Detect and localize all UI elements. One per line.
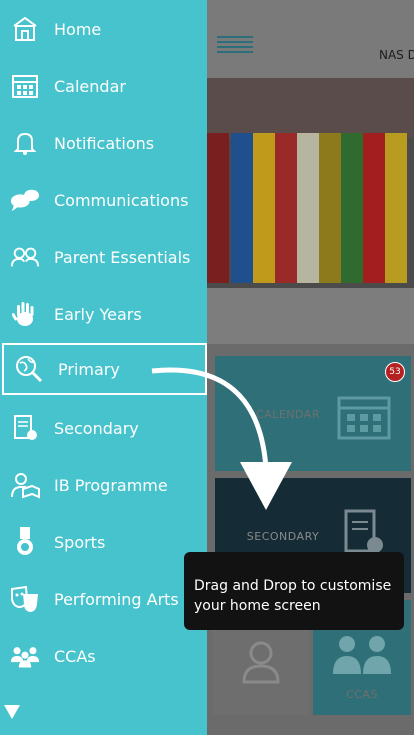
menu-icon[interactable] [217, 36, 253, 58]
about-us-tile-label: ABOUT US [230, 688, 292, 701]
sidebar-item-ib-programme[interactable]: IB Programme [0, 459, 207, 511]
sidebar-item-label: IB Programme [54, 475, 168, 495]
sidebar-menu: Home Calendar Notifications Communicatio… [0, 0, 207, 735]
bell-icon [10, 128, 40, 158]
sidebar-item-secondary[interactable]: Secondary [0, 402, 207, 454]
medal-icon [10, 527, 40, 557]
group-icon [10, 641, 40, 671]
student-reading-icon [10, 470, 40, 500]
sidebar-item-label: Notifications [54, 133, 155, 153]
drag-drop-tooltip: Drag and Drop to customise your home scr… [184, 552, 404, 630]
sidebar-item-label: Sports [54, 532, 106, 552]
sidebar-item-label: Secondary [54, 418, 139, 438]
person-icon [242, 641, 280, 684]
app-header: NAS D [207, 0, 414, 78]
notification-count-badge: 53 [385, 362, 405, 382]
speech-bubbles-icon [10, 185, 40, 215]
parents-icon [10, 242, 40, 272]
sidebar-item-label: Calendar [54, 76, 126, 96]
scroll-down-arrow-icon[interactable] [4, 705, 20, 719]
sidebar-item-ccas[interactable]: CCAs [0, 630, 207, 682]
globe-search-icon [14, 354, 44, 384]
sidebar-item-home[interactable]: Home [0, 3, 207, 55]
sidebar-item-label: Communications [54, 190, 189, 210]
hero-image [207, 78, 414, 344]
sidebar-item-label: Early Years [54, 304, 142, 324]
certificate-document-icon [10, 413, 40, 443]
sidebar-item-notifications[interactable]: Notifications [0, 117, 207, 169]
calendar-icon [10, 71, 40, 101]
sidebar-item-label: Primary [58, 359, 120, 379]
home-icon [10, 14, 40, 44]
sidebar-item-label: Performing Arts [54, 589, 179, 609]
sidebar-item-performing-arts[interactable]: Performing Arts [0, 573, 207, 625]
sidebar-item-label: Parent Essentials [54, 247, 191, 267]
sidebar-item-label: CCAs [54, 646, 96, 666]
school-brand-name: NAS D [379, 48, 414, 62]
theatre-masks-icon [10, 584, 40, 614]
ccas-tile-label: CCAS [346, 688, 378, 701]
group-icon [333, 636, 391, 674]
sidebar-item-label: Home [54, 19, 102, 39]
calendar-tile[interactable]: CALENDAR 53 [215, 356, 411, 471]
sidebar-item-calendar[interactable]: Calendar [0, 60, 207, 112]
handprint-icon [10, 299, 40, 329]
sidebar-item-early-years[interactable]: Early Years [0, 288, 207, 340]
sidebar-item-primary[interactable]: Primary [2, 343, 207, 395]
sidebar-item-parent-essentials[interactable]: Parent Essentials [0, 231, 207, 283]
sidebar-item-sports[interactable]: Sports [0, 516, 207, 568]
sidebar-item-communications[interactable]: Communications [0, 174, 207, 226]
